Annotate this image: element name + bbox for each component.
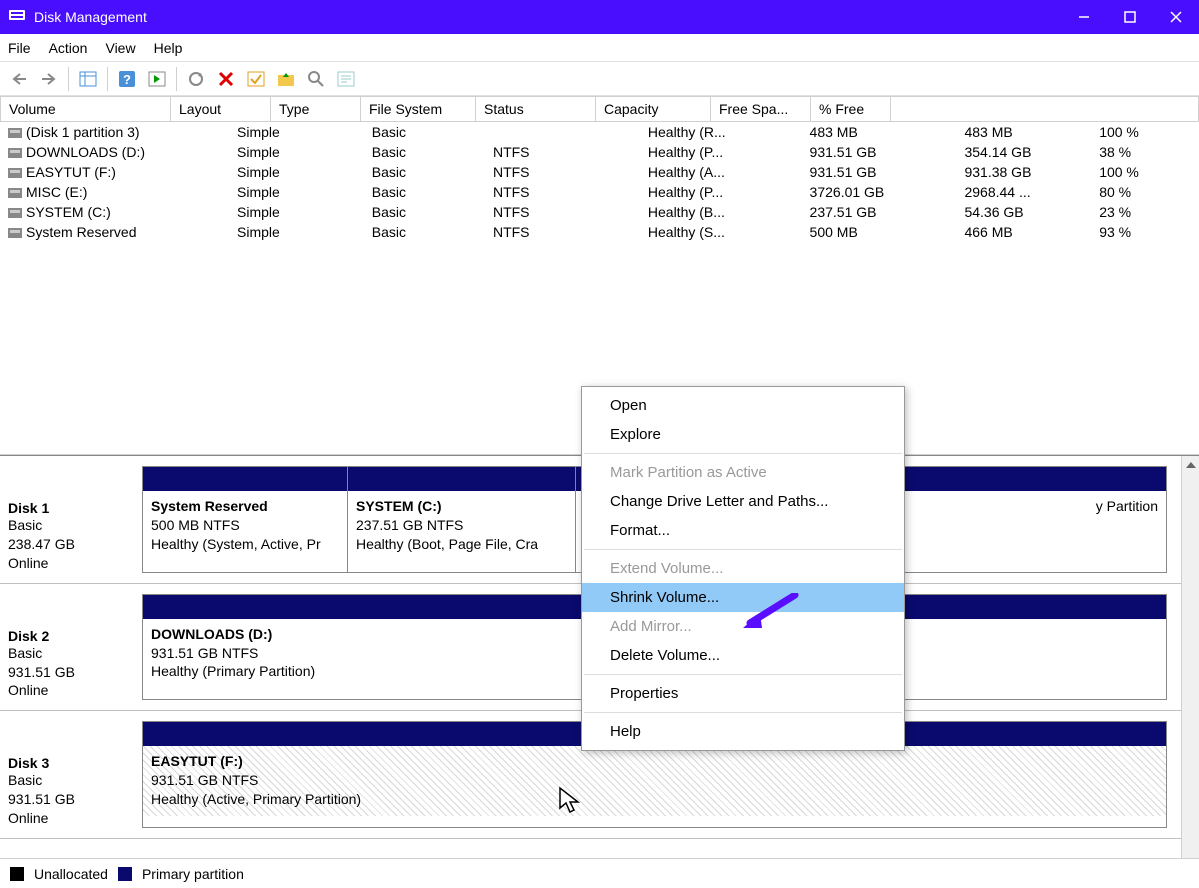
volume-icon: [8, 128, 22, 138]
refresh-icon[interactable]: [183, 66, 209, 92]
partition[interactable]: SYSTEM (C:) 237.51 GB NTFS Healthy (Boot…: [348, 467, 576, 572]
toolbar-sep: [107, 67, 108, 91]
minimize-button[interactable]: [1061, 0, 1107, 34]
legend: Unallocated Primary partition: [0, 858, 1199, 888]
menu-separator: [584, 549, 902, 550]
legend-swatch-unallocated: [10, 867, 24, 881]
volume-row[interactable]: SYSTEM (C:) SimpleBasicNTFS Healthy (B..…: [0, 202, 1199, 222]
properties-icon[interactable]: [333, 66, 359, 92]
help-icon[interactable]: ?: [114, 66, 140, 92]
column-header[interactable]: Capacity: [596, 97, 711, 122]
column-header-spacer: [891, 97, 1199, 122]
partition-name: EASYTUT (F:): [151, 752, 1158, 771]
menu-action[interactable]: Action: [49, 40, 88, 56]
cursor-icon: [558, 786, 582, 814]
menu-item-delete-volume[interactable]: Delete Volume...: [582, 641, 904, 670]
partition-size: 931.51 GB NTFS: [151, 771, 1158, 790]
forward-button[interactable]: [36, 66, 62, 92]
column-header[interactable]: Layout: [171, 97, 271, 122]
partition-size: 500 MB NTFS: [151, 516, 339, 535]
column-header[interactable]: % Free: [811, 97, 891, 122]
menu-item-change-drive-letter-and-paths[interactable]: Change Drive Letter and Paths...: [582, 487, 904, 516]
volume-row[interactable]: (Disk 1 partition 3) SimpleBasic Healthy…: [0, 122, 1199, 142]
view-list-icon[interactable]: [75, 66, 101, 92]
action-play-icon[interactable]: [144, 66, 170, 92]
partition-name: SYSTEM (C:): [356, 497, 567, 516]
maximize-button[interactable]: [1107, 0, 1153, 34]
titlebar: Disk Management: [0, 0, 1199, 34]
context-menu: OpenExplore Mark Partition as ActiveChang…: [581, 386, 905, 751]
volume-row[interactable]: MISC (E:) SimpleBasicNTFS Healthy (P...3…: [0, 182, 1199, 202]
menu-view[interactable]: View: [105, 40, 135, 56]
scroll-up-icon[interactable]: [1182, 456, 1199, 474]
legend-swatch-primary: [118, 867, 132, 881]
partition-status: Healthy (Active, Primary Partition): [151, 790, 1158, 809]
menu-separator: [584, 712, 902, 713]
annotation-arrow-icon: [740, 593, 800, 633]
partition-status: Healthy (System, Active, Pr: [151, 535, 339, 554]
partition-name: System Reserved: [151, 497, 339, 516]
volume-icon: [8, 188, 22, 198]
toolbar: ?: [0, 62, 1199, 96]
menu-item-explore[interactable]: Explore: [582, 420, 904, 449]
volume-icon: [8, 148, 22, 158]
menu-item-help[interactable]: Help: [582, 717, 904, 746]
legend-label: Unallocated: [34, 866, 108, 882]
app-icon: [8, 7, 26, 28]
svg-text:?: ?: [123, 72, 131, 87]
delete-icon[interactable]: [213, 66, 239, 92]
column-header[interactable]: File System: [361, 97, 476, 122]
partition-size: 237.51 GB NTFS: [356, 516, 567, 535]
menu-item-extend-volume: Extend Volume...: [582, 554, 904, 583]
menu-item-open[interactable]: Open: [582, 391, 904, 420]
disk-header[interactable]: Disk 1 Basic 238.47 GB Online: [8, 466, 142, 573]
volume-row[interactable]: DOWNLOADS (D:) SimpleBasicNTFS Healthy (…: [0, 142, 1199, 162]
disk-header[interactable]: Disk 3 Basic 931.51 GB Online: [8, 721, 142, 828]
toolbar-sep: [176, 67, 177, 91]
partition-header-bar: [348, 467, 575, 491]
column-header[interactable]: Volume: [1, 97, 171, 122]
volume-row[interactable]: EASYTUT (F:) SimpleBasicNTFS Healthy (A.…: [0, 162, 1199, 182]
menubar: File Action View Help: [0, 34, 1199, 62]
window-title: Disk Management: [34, 9, 1061, 25]
partition-header-bar: [143, 467, 347, 491]
menu-separator: [584, 674, 902, 675]
volume-icon: [8, 208, 22, 218]
disk-header[interactable]: Disk 2 Basic 931.51 GB Online: [8, 594, 142, 701]
search-icon[interactable]: [303, 66, 329, 92]
toolbar-sep: [68, 67, 69, 91]
folder-up-icon[interactable]: [273, 66, 299, 92]
volume-row[interactable]: System Reserved SimpleBasicNTFS Healthy …: [0, 222, 1199, 242]
menu-item-properties[interactable]: Properties: [582, 679, 904, 708]
volume-icon: [8, 168, 22, 178]
close-button[interactable]: [1153, 0, 1199, 34]
column-header[interactable]: Type: [271, 97, 361, 122]
menu-file[interactable]: File: [8, 40, 31, 56]
menu-item-format[interactable]: Format...: [582, 516, 904, 545]
menu-help[interactable]: Help: [154, 40, 183, 56]
partition-status: Healthy (Boot, Page File, Cra: [356, 535, 567, 554]
menu-separator: [584, 453, 902, 454]
legend-label: Primary partition: [142, 866, 244, 882]
check-icon[interactable]: [243, 66, 269, 92]
partition[interactable]: System Reserved 500 MB NTFS Healthy (Sys…: [143, 467, 348, 572]
column-header[interactable]: Free Spa...: [711, 97, 811, 122]
scrollbar[interactable]: [1181, 456, 1199, 858]
volume-icon: [8, 228, 22, 238]
menu-item-mark-partition-as-active: Mark Partition as Active: [582, 458, 904, 487]
column-header[interactable]: Status: [476, 97, 596, 122]
back-button[interactable]: [6, 66, 32, 92]
